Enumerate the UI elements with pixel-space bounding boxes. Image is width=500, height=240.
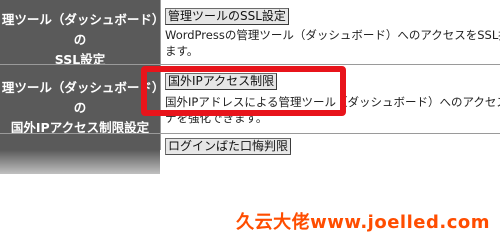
highlight-annotation xyxy=(141,66,346,116)
row-description-line: WordPressの管理ツール（ダッシュボード）へのアクセスをSSL接続 xyxy=(165,28,500,42)
row-label-line: 理ツール（ダッシュボード）の xyxy=(1,80,159,115)
watermark-text: 久云大佬www.joelled.com xyxy=(236,212,490,233)
row-label-ssl: 理ツール（ダッシュボード）の SSL設定 xyxy=(0,0,160,67)
row-label-ip-restriction: 理ツール（ダッシュボード）の 国外IPアクセス制限設定 xyxy=(0,65,160,135)
ssl-settings-button[interactable]: 管理ツールのSSL設定 xyxy=(165,8,289,25)
row-label-line: 理ツール（ダッシュボード）の xyxy=(1,12,159,47)
table-row: ログインばた口悔判限 xyxy=(0,134,500,174)
table-row: 理ツール（ダッシュボード）の SSL設定 管理ツールのSSL設定 WordPre… xyxy=(0,0,500,67)
row-content-login-restriction: ログインばた口悔判限 xyxy=(161,134,500,174)
row-label-login-restriction xyxy=(0,134,160,174)
login-restriction-button[interactable]: ログインばた口悔判限 xyxy=(165,138,292,155)
row-description-line: ます。 xyxy=(165,44,199,58)
settings-table: 理ツール（ダッシュボード）の SSL設定 管理ツールのSSL設定 WordPre… xyxy=(0,0,500,205)
row-content-ssl: 管理ツールのSSL設定 WordPressの管理ツール（ダッシュボード）へのアク… xyxy=(161,0,500,64)
